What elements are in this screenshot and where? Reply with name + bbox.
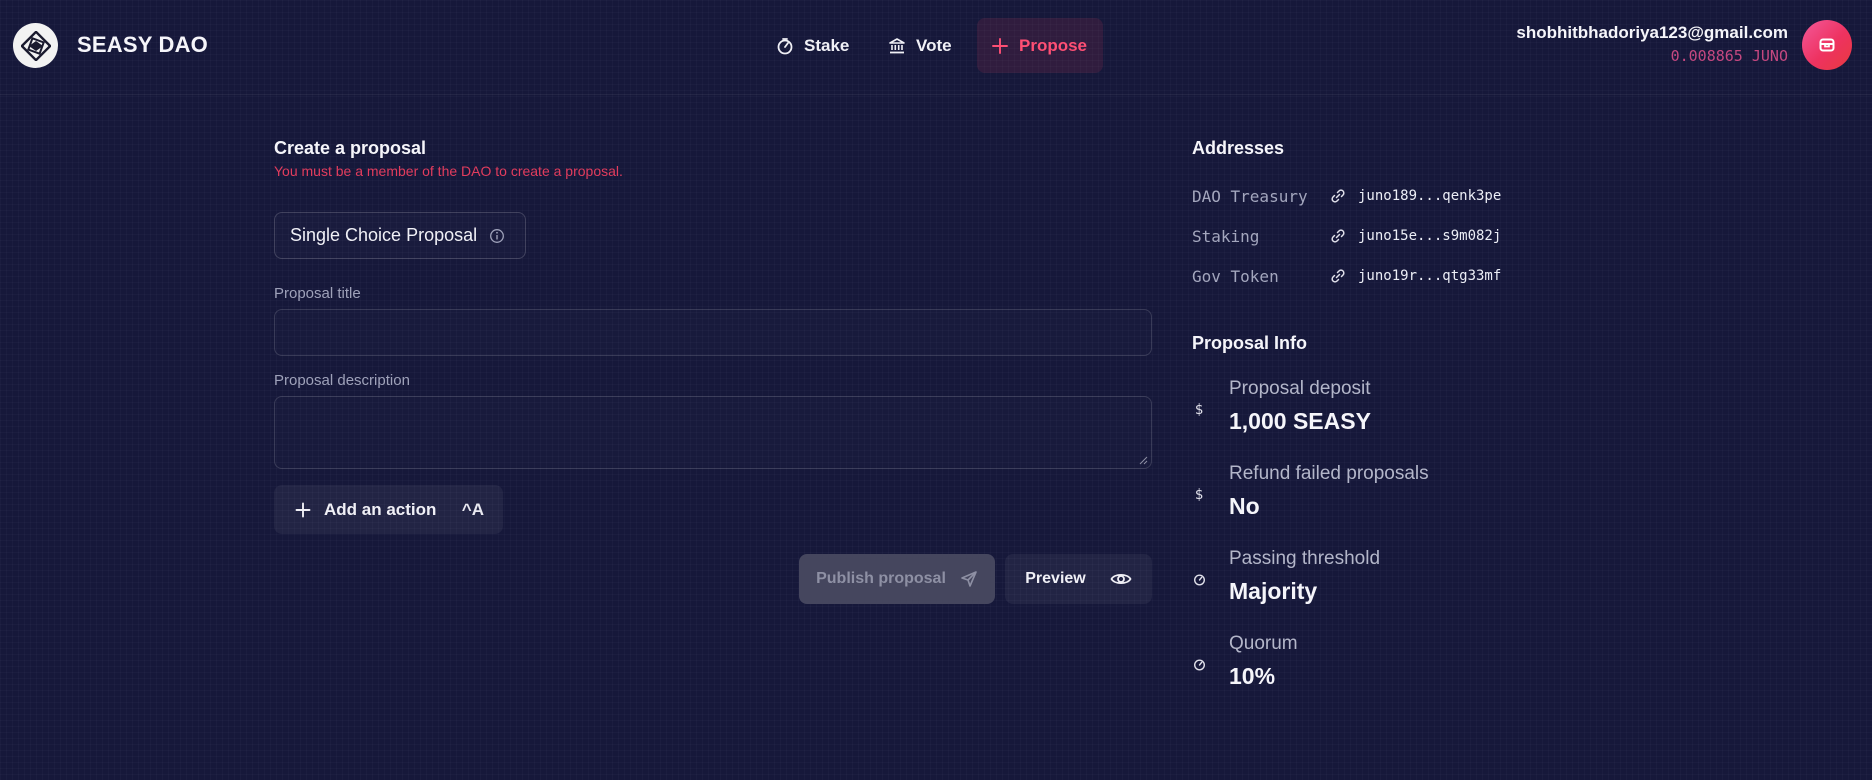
wallet-button[interactable] (1802, 20, 1852, 70)
proposal-type-button[interactable]: Single Choice Proposal (274, 212, 526, 259)
dao-name[interactable]: SEASY DAO (77, 32, 208, 58)
info-value: Majority (1229, 578, 1318, 604)
eye-icon (1110, 573, 1132, 585)
account-email: shobhitbhadoriya123@gmail.com (1516, 23, 1788, 42)
gauge-icon (777, 37, 793, 54)
gauge-icon (1192, 658, 1206, 672)
info-value: 1,000 SEASY (1229, 408, 1371, 434)
nav-propose[interactable]: Propose (977, 18, 1103, 73)
info-value: 10% (1229, 663, 1276, 689)
account-balance: 0.008865 JUNO (1670, 47, 1788, 65)
add-action-shortcut: ^A (461, 499, 484, 519)
dao-logo-icon (20, 30, 51, 61)
preview-label: Preview (1025, 570, 1086, 587)
proposal-description-input[interactable] (274, 396, 1152, 469)
dao-logo[interactable] (13, 23, 58, 68)
publish-proposal-label: Publish proposal (816, 570, 946, 587)
address-label: Staking (1192, 226, 1260, 246)
nav-propose-label: Propose (1019, 35, 1088, 55)
nav-vote-label: Vote (916, 35, 952, 55)
dollar-icon: $ (1194, 487, 1204, 503)
info-label: Passing threshold (1229, 548, 1381, 569)
address-label: Gov Token (1192, 266, 1279, 286)
link-icon[interactable] (1330, 228, 1346, 244)
info-label: Quorum (1229, 633, 1298, 654)
membership-warning: You must be a member of the DAO to creat… (274, 163, 623, 179)
info-label: Refund failed proposals (1229, 463, 1429, 484)
info-icon[interactable] (489, 228, 505, 244)
address-label: DAO Treasury (1192, 186, 1308, 206)
add-action-label: Add an action (324, 499, 437, 519)
proposal-description-label: Proposal description (274, 372, 410, 389)
info-label: Proposal deposit (1229, 378, 1371, 399)
plus-icon (295, 502, 311, 517)
info-value: No (1229, 493, 1260, 519)
preview-button[interactable]: Preview (1005, 554, 1152, 604)
proposal-title-label: Proposal title (274, 285, 361, 302)
send-icon (961, 571, 977, 587)
wallet-icon (1819, 38, 1835, 52)
address-value[interactable]: juno189...qenk3pe (1358, 188, 1501, 204)
addresses-heading: Addresses (1192, 138, 1285, 158)
nav-stake[interactable]: Stake (762, 18, 863, 73)
address-row-dao-treasury: DAO Treasury juno189...qenk3pe (1192, 185, 1501, 207)
proposal-info-heading: Proposal Info (1192, 333, 1308, 353)
link-icon[interactable] (1330, 268, 1346, 284)
address-row-gov-token: Gov Token juno19r...qtg33mf (1192, 265, 1501, 287)
link-icon[interactable] (1330, 188, 1346, 204)
proposal-type-label: Single Choice Proposal (290, 225, 478, 245)
plus-icon (992, 37, 1008, 54)
publish-proposal-button[interactable]: Publish proposal (799, 554, 995, 604)
bank-icon (889, 37, 905, 53)
gauge-icon (1192, 573, 1206, 587)
nav-vote[interactable]: Vote (874, 18, 966, 73)
address-value[interactable]: juno15e...s9m082j (1358, 228, 1501, 244)
proposal-title-input[interactable] (274, 309, 1152, 356)
nav-stake-label: Stake (804, 35, 850, 55)
top-bar: SEASY DAO Stake Vote Propose shobhitbhad… (0, 0, 1872, 95)
form-title: Create a proposal (274, 138, 427, 158)
address-row-staking: Staking juno15e...s9m082j (1192, 225, 1501, 247)
address-value[interactable]: juno19r...qtg33mf (1358, 268, 1501, 284)
resize-handle-icon[interactable] (1139, 456, 1148, 465)
dollar-icon: $ (1194, 402, 1204, 418)
add-action-button[interactable]: Add an action ^A (274, 485, 503, 534)
